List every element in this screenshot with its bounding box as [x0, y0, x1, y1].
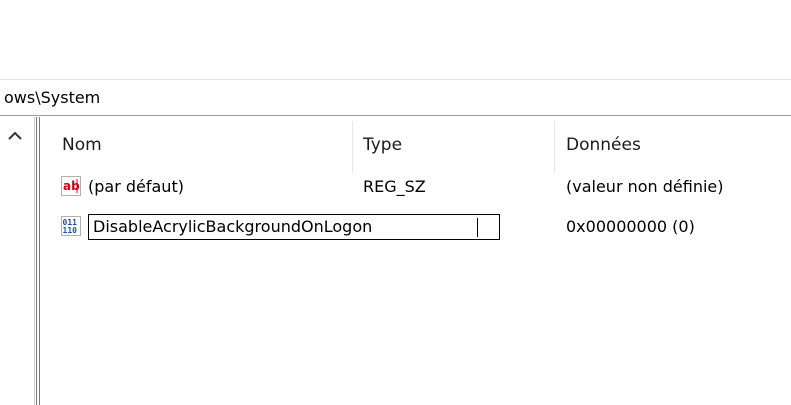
rename-input[interactable]: DisableAcrylicBackgroundOnLogon: [88, 214, 500, 240]
address-bar[interactable]: ows\System: [0, 80, 791, 116]
value-data: 0x00000000 (0): [566, 217, 695, 236]
rename-input-text[interactable]: DisableAcrylicBackgroundOnLogon: [93, 217, 372, 237]
list-item[interactable]: ab (par défaut) REG_SZ (valeur non défin…: [42, 174, 791, 202]
column-header-data[interactable]: Données: [566, 135, 641, 155]
value-data: (valeur non définie): [566, 177, 724, 196]
pane-splitter[interactable]: [36, 117, 40, 405]
column-divider[interactable]: [352, 121, 353, 173]
key-tree-pane[interactable]: [0, 117, 36, 405]
column-header-name[interactable]: Nom: [62, 135, 102, 155]
binary-value-icon: 011 110: [61, 216, 81, 236]
string-value-icon: ab: [61, 176, 81, 196]
toolbar-area: [0, 0, 791, 80]
values-list: Nom Type Données ab (par défaut) REG_SZ …: [42, 117, 791, 405]
registry-editor-window: ows\System Nom Type Données ab (par défa…: [0, 0, 791, 405]
address-path: ows\System: [4, 88, 101, 107]
tree-scrollbar[interactable]: [0, 117, 35, 405]
text-caret: [477, 218, 478, 237]
column-header-type[interactable]: Type: [363, 135, 402, 155]
chevron-up-icon[interactable]: [4, 125, 26, 147]
svg-text:110: 110: [63, 226, 78, 235]
value-type: REG_SZ: [363, 177, 426, 196]
list-item[interactable]: 011 110 DisableAcrylicBackgroundOnLogon …: [42, 214, 791, 242]
svg-text:ab: ab: [63, 179, 80, 193]
column-divider[interactable]: [554, 121, 555, 173]
value-name: (par défaut): [88, 177, 184, 196]
